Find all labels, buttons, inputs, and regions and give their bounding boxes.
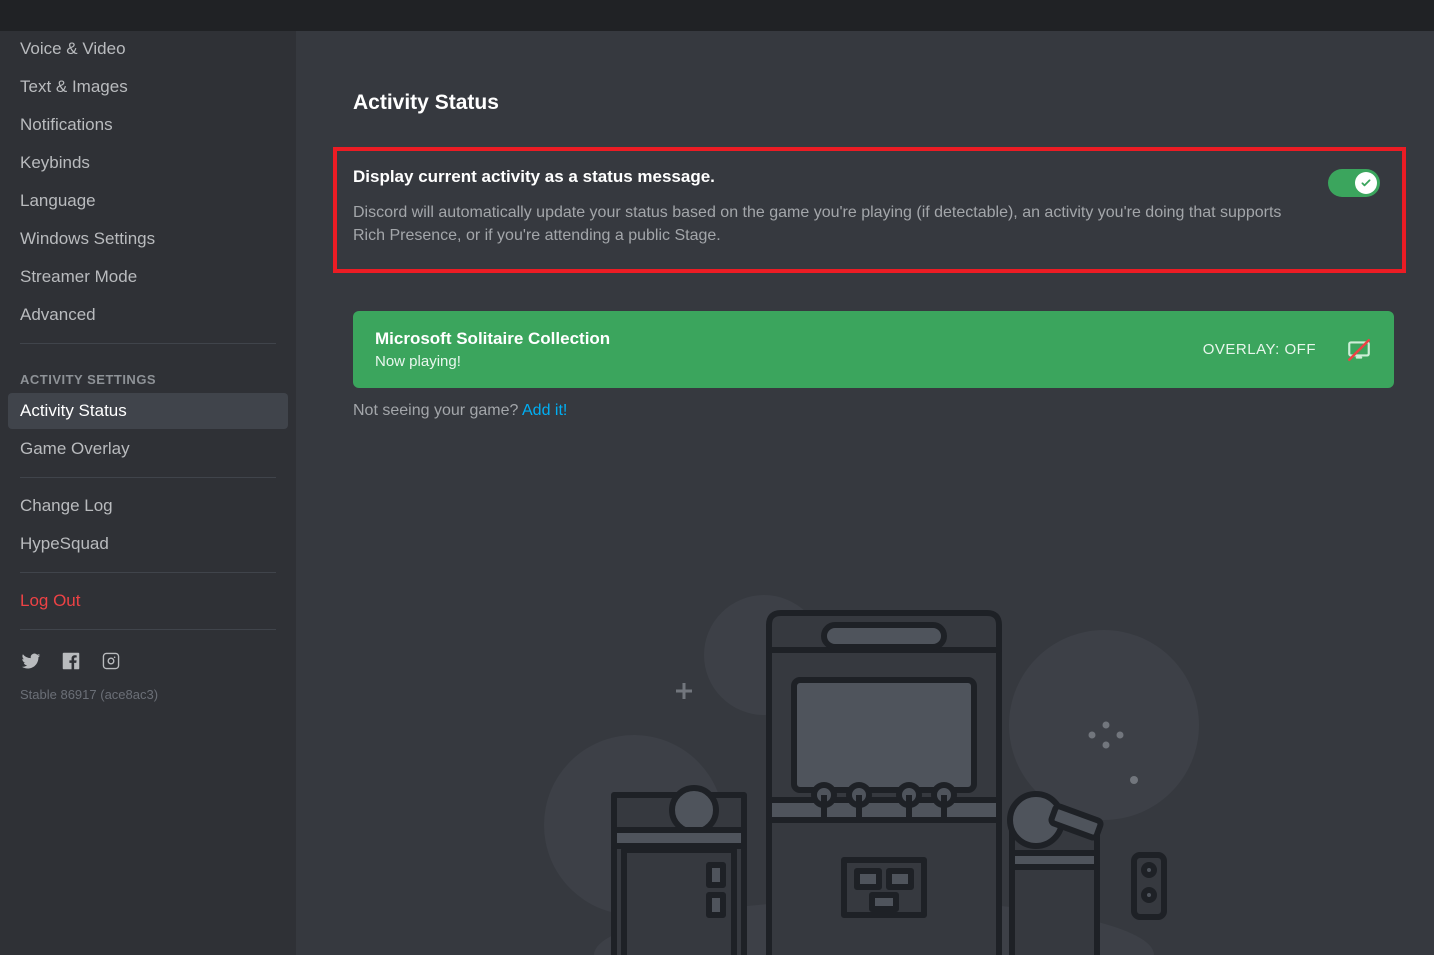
settings-sidebar: Voice & Video Text & Images Notification… bbox=[0, 31, 296, 955]
content-area: Activity Status Display current activity… bbox=[296, 31, 1434, 955]
game-name: Microsoft Solitaire Collection bbox=[375, 329, 1187, 349]
instagram-icon[interactable] bbox=[100, 650, 122, 677]
sidebar-separator bbox=[20, 477, 276, 478]
sidebar-separator bbox=[20, 343, 276, 344]
annotation-highlight: Display current activity as a status mes… bbox=[333, 147, 1406, 273]
setting-title: Display current activity as a status mes… bbox=[353, 167, 1308, 187]
game-status: Now playing! bbox=[375, 353, 1187, 370]
app-titlebar bbox=[0, 0, 1434, 31]
facebook-icon[interactable] bbox=[60, 650, 82, 677]
display-activity-toggle[interactable] bbox=[1328, 169, 1380, 197]
overlay-off-icon bbox=[1346, 337, 1372, 363]
decorative-arcade-art bbox=[353, 595, 1394, 955]
sidebar-item-activity-status[interactable]: Activity Status bbox=[8, 393, 288, 429]
add-game-link[interactable]: Add it! bbox=[522, 402, 567, 419]
sidebar-item-language[interactable]: Language bbox=[8, 183, 288, 219]
now-playing-card: Microsoft Solitaire Collection Now playi… bbox=[353, 311, 1394, 388]
sidebar-separator bbox=[20, 572, 276, 573]
sidebar-item-notifications[interactable]: Notifications bbox=[8, 107, 288, 143]
sidebar-separator bbox=[20, 629, 276, 630]
sidebar-header-activity: ACTIVITY SETTINGS bbox=[8, 354, 288, 393]
sidebar-item-keybinds[interactable]: Keybinds bbox=[8, 145, 288, 181]
sidebar-item-game-overlay[interactable]: Game Overlay bbox=[8, 431, 288, 467]
twitter-icon[interactable] bbox=[20, 650, 42, 677]
sidebar-item-text-images[interactable]: Text & Images bbox=[8, 69, 288, 105]
overlay-toggle-button[interactable] bbox=[1346, 337, 1372, 363]
sidebar-item-streamer-mode[interactable]: Streamer Mode bbox=[8, 259, 288, 295]
sidebar-item-change-log[interactable]: Change Log bbox=[8, 488, 288, 524]
sidebar-item-advanced[interactable]: Advanced bbox=[8, 297, 288, 333]
log-out-button[interactable]: Log Out bbox=[8, 583, 288, 619]
setting-description: Discord will automatically update your s… bbox=[353, 201, 1308, 247]
check-icon bbox=[1360, 177, 1372, 189]
sidebar-item-windows-settings[interactable]: Windows Settings bbox=[8, 221, 288, 257]
overlay-status-label: OVERLAY: OFF bbox=[1203, 341, 1316, 358]
sidebar-item-voice-video[interactable]: Voice & Video bbox=[8, 31, 288, 67]
page-title: Activity Status bbox=[353, 91, 1394, 115]
sidebar-item-hypesquad[interactable]: HypeSquad bbox=[8, 526, 288, 562]
version-label: Stable 86917 (ace8ac3) bbox=[8, 683, 288, 702]
not-seeing-game-text: Not seeing your game? Add it! bbox=[353, 402, 1394, 420]
